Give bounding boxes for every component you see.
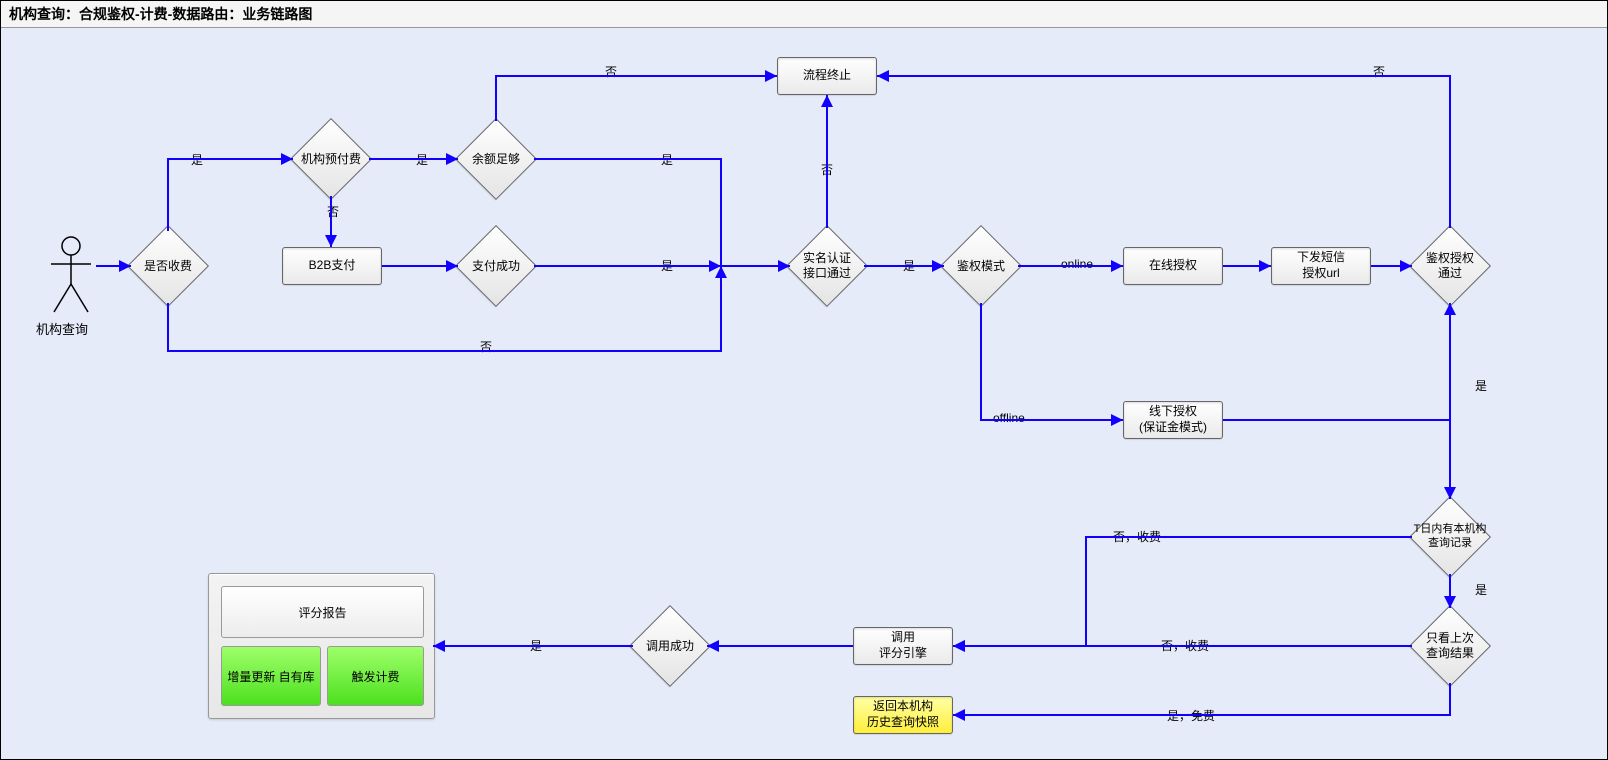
label-no-5: 否 — [1373, 63, 1385, 80]
node-update-lib: 增量更新 自有库 — [221, 646, 321, 706]
label-yes-2: 是 — [416, 151, 428, 168]
diagram-title: 机构查询：合规鉴权-计费-数据路由：业务链路图 — [1, 1, 1607, 28]
label-no-2: 否 — [605, 63, 617, 80]
label-no-3: 否 — [821, 161, 833, 178]
node-call-engine: 调用 评分引擎 — [853, 627, 953, 665]
actor-label: 机构查询 — [36, 319, 88, 338]
decision-is-charge: 是否收费 — [139, 237, 197, 295]
decision-pay-success: 支付成功 — [467, 237, 525, 295]
actor-icon — [46, 234, 96, 314]
decision-auth-pass: 鉴权授权 通过 — [1421, 237, 1479, 295]
label-no-charge-2: 否，收费 — [1161, 637, 1209, 654]
node-report: 评分报告 — [221, 586, 424, 638]
decision-balance: 余额足够 — [467, 130, 525, 188]
node-snapshot: 返回本机构 历史查询快照 — [853, 696, 953, 734]
decision-realname: 实名认证 接口通过 — [798, 237, 856, 295]
label-no-charge-1: 否，收费 — [1113, 528, 1161, 545]
node-offline-auth: 线下授权 (保证金模式) — [1123, 401, 1223, 439]
decision-tday-record: T日内有本机构 查询记录 — [1421, 508, 1479, 566]
label-yes-6: 是 — [1475, 377, 1487, 394]
decision-call-ok: 调用成功 — [641, 617, 699, 675]
label-online: online — [1061, 257, 1093, 271]
node-b2b-pay: B2B支付 — [282, 247, 382, 285]
node-trigger-fee: 触发计费 — [327, 646, 424, 706]
label-no-1: 否 — [327, 203, 339, 220]
label-yes-1: 是 — [191, 151, 203, 168]
label-yes-5: 是 — [903, 257, 915, 274]
decision-prepay: 机构预付费 — [302, 130, 360, 188]
panel-output: 评分报告 增量更新 自有库 触发计费 — [208, 573, 435, 719]
label-no-4: 否 — [480, 338, 492, 355]
label-yes-free: 是，免费 — [1167, 707, 1215, 724]
label-yes-8: 是 — [530, 637, 542, 654]
label-offline: offline — [993, 411, 1025, 425]
decision-look-last: 只看上次 查询结果 — [1421, 617, 1479, 675]
decision-auth-mode: 鉴权模式 — [952, 237, 1010, 295]
label-yes-7: 是 — [1475, 581, 1487, 598]
label-yes-4: 是 — [661, 257, 673, 274]
label-yes-3: 是 — [661, 151, 673, 168]
node-sms-url: 下发短信 授权url — [1271, 247, 1371, 285]
diagram-canvas: 机构查询：合规鉴权-计费-数据路由：业务链路图 机构查询 是否收费 机构预付费 … — [0, 0, 1608, 760]
node-online-auth: 在线授权 — [1123, 247, 1223, 285]
node-halt: 流程终止 — [777, 57, 877, 95]
